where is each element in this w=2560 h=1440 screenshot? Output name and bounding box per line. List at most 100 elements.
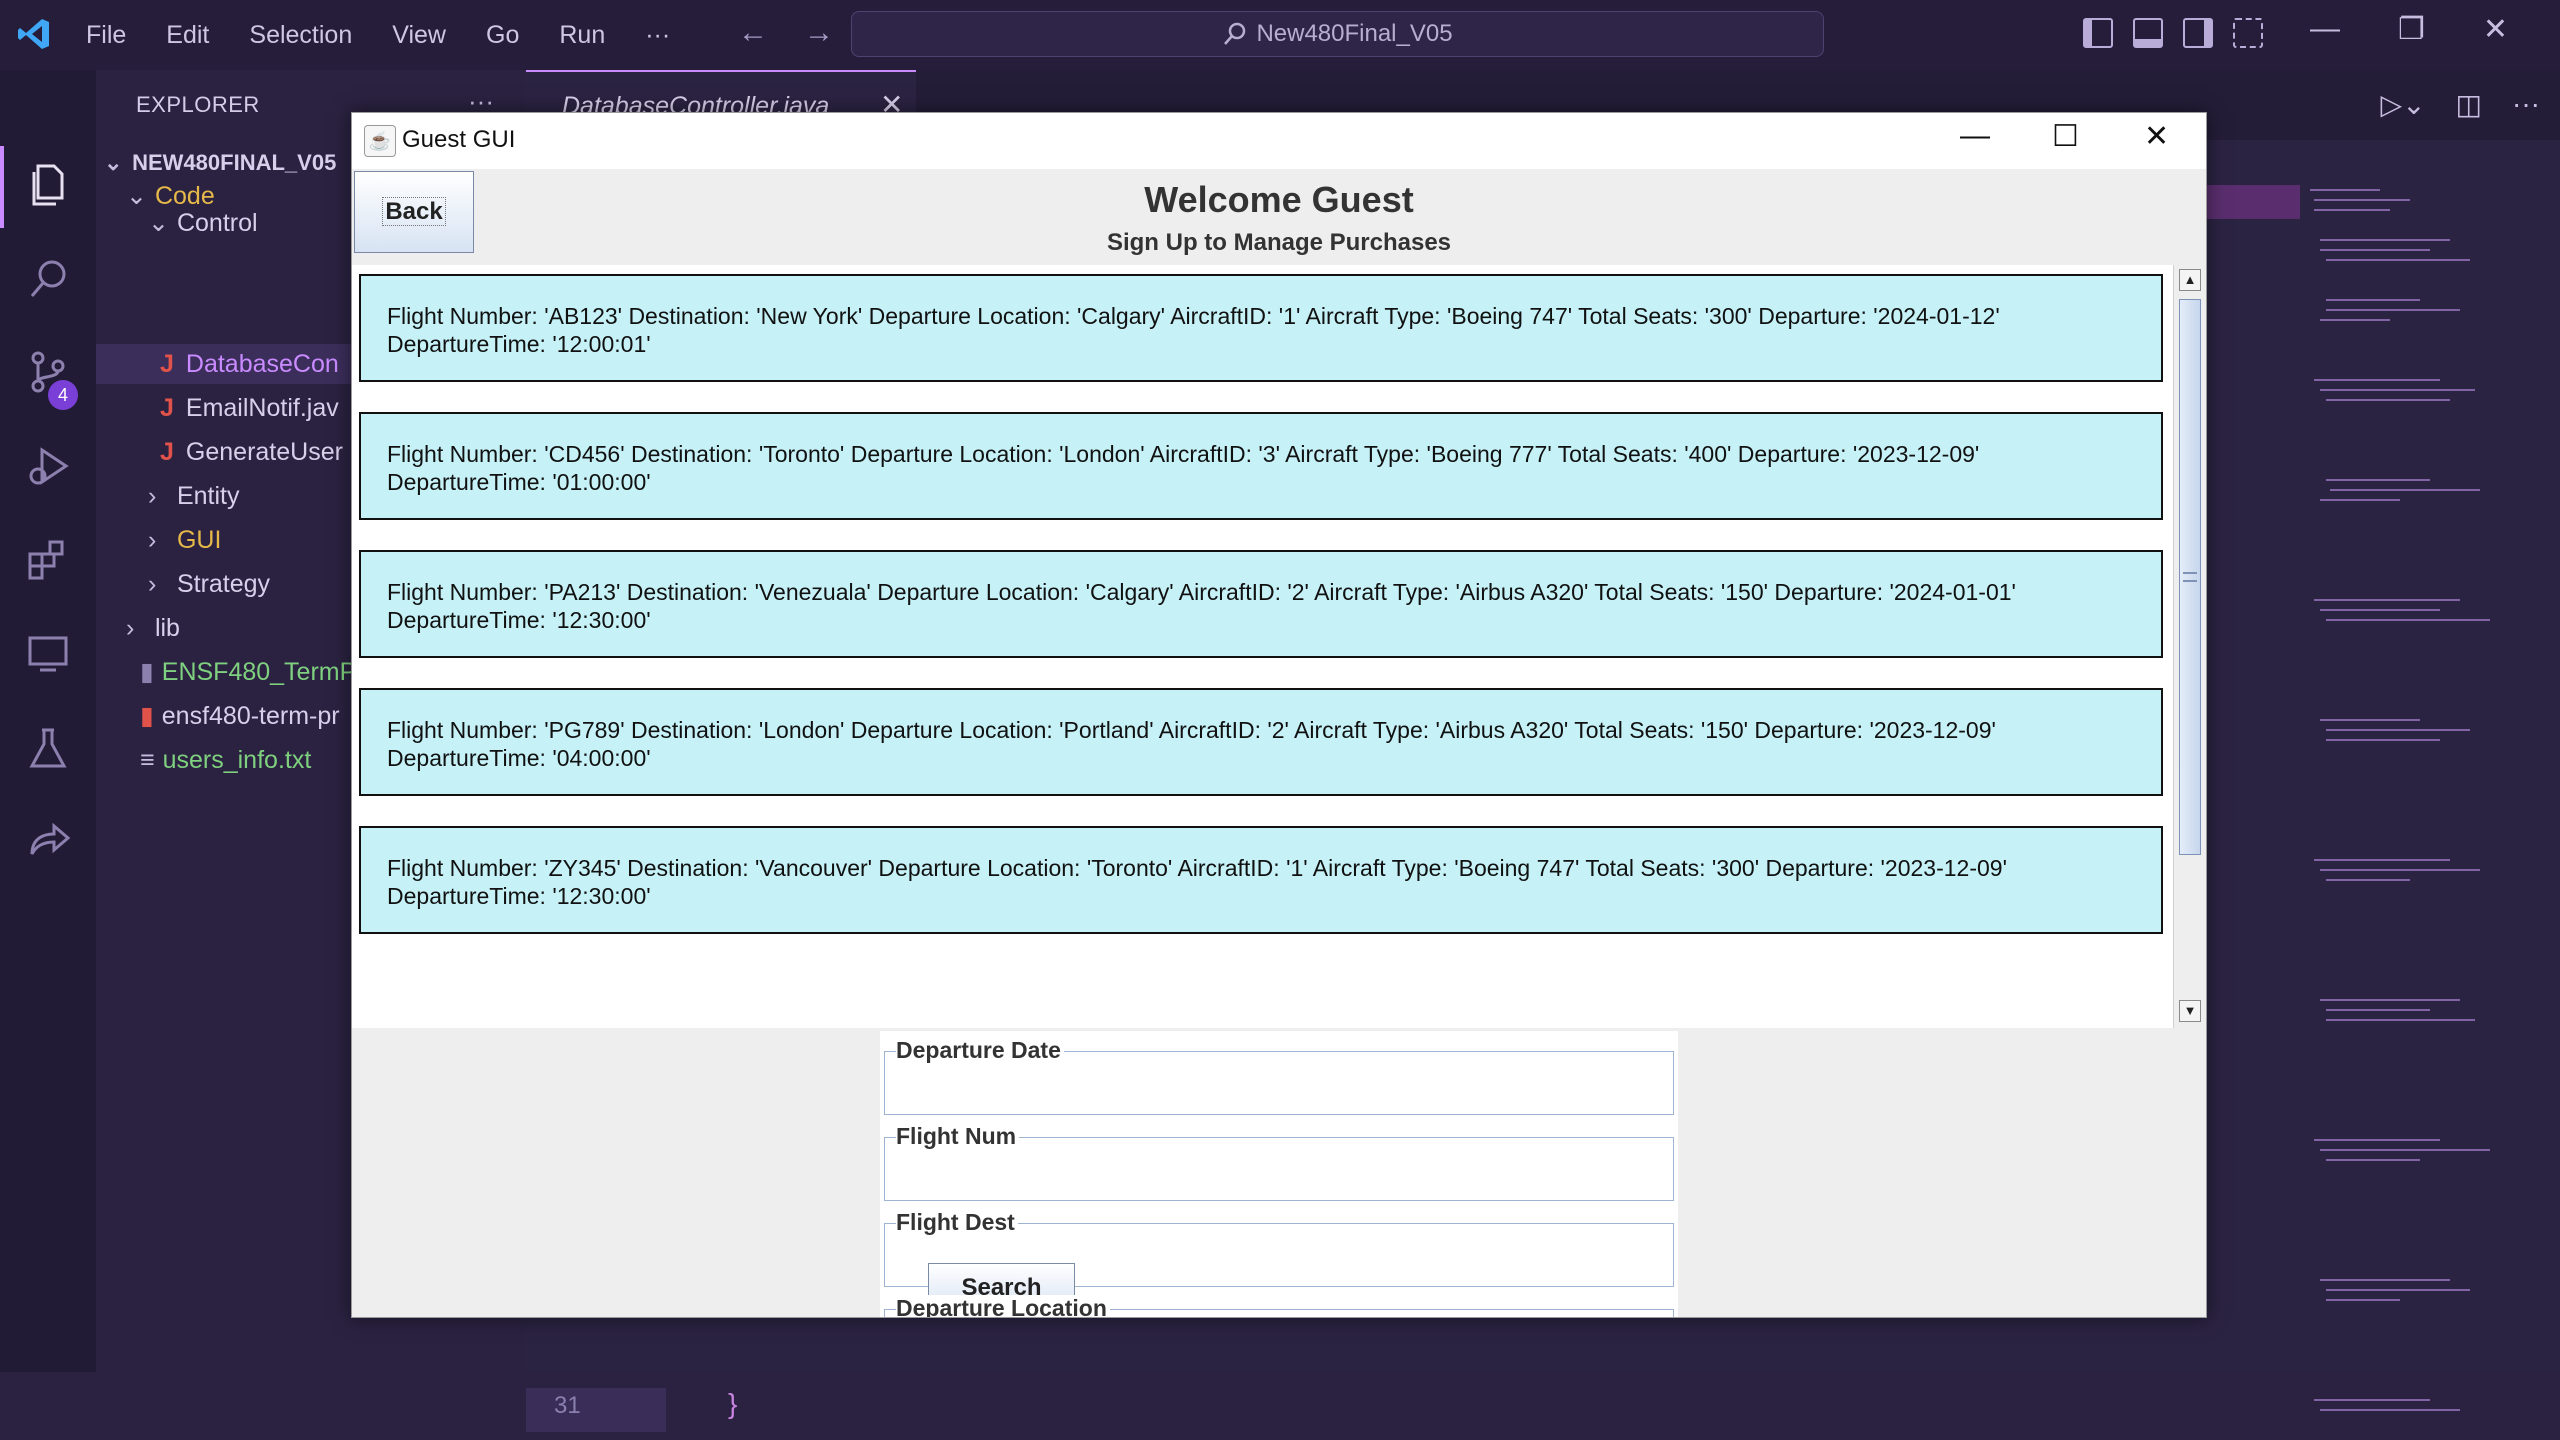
- file-icon: ▮: [140, 658, 154, 686]
- layout-controls: [2083, 18, 2263, 48]
- tree-item-label: GUI: [176, 526, 222, 554]
- flight-card[interactable]: Flight Number: 'AB123' Destination: 'New…: [359, 274, 2163, 382]
- menu-go[interactable]: Go: [486, 21, 519, 50]
- tree-item-label: users_info.txt: [162, 746, 312, 774]
- tree-item-label: DatabaseCon: [185, 350, 339, 378]
- welcome-title: Welcome Guest: [1144, 179, 1414, 220]
- flight-num-label: Flight Num: [896, 1123, 1020, 1150]
- search-icon: [1224, 22, 1246, 45]
- departure-date-input[interactable]: [892, 1077, 1666, 1111]
- close-icon[interactable]: ✕: [2483, 12, 2508, 47]
- guest-gui-window: ☕ Guest GUI — ☐ ✕ Back Welcome Guest Sig…: [351, 112, 2207, 1318]
- menu-edit[interactable]: Edit: [166, 21, 209, 50]
- tree-item-label: Control: [176, 209, 258, 237]
- more-actions-icon[interactable]: ···: [2512, 88, 2540, 121]
- testing-flask-icon[interactable]: [24, 724, 72, 772]
- project-name: NEW480FINAL_V05: [132, 150, 337, 175]
- activity-selection-indicator: [0, 146, 4, 228]
- scroll-up-arrow-icon[interactable]: ▲: [2179, 269, 2201, 291]
- flight-departure-time: DepartureTime: '12:30:00': [387, 607, 651, 633]
- live-share-icon[interactable]: [24, 818, 72, 866]
- welcome-subtitle: Sign Up to Manage Purchases: [1106, 229, 1452, 256]
- flight-dest-label: Flight Dest: [896, 1209, 1018, 1236]
- tree-item-label: ensf480-term-pr: [161, 702, 340, 730]
- menu-bar: File Edit Selection View Go Run ···: [86, 0, 710, 70]
- flight-departure-time: DepartureTime: '12:30:00': [387, 883, 651, 909]
- chevron-right-icon: ›: [148, 482, 157, 510]
- scrollbar-thumb[interactable]: [2179, 299, 2201, 855]
- menu-more[interactable]: ···: [645, 21, 670, 50]
- chevron-right-icon: ›: [148, 526, 157, 554]
- flight-departure-time: DepartureTime: '12:00:01': [387, 331, 651, 357]
- split-editor-icon[interactable]: ◫: [2456, 88, 2482, 121]
- editor-actions: ▷⌄ ◫ ···: [2381, 88, 2540, 121]
- toggle-panel-icon[interactable]: [2133, 18, 2163, 48]
- flight-details: Flight Number: 'PA213' Destination: 'Ven…: [387, 579, 2016, 605]
- close-icon[interactable]: ✕: [2144, 119, 2169, 154]
- menu-selection[interactable]: Selection: [249, 21, 352, 50]
- tree-item-label: GenerateUser: [185, 438, 343, 466]
- nav-arrows: ← →: [738, 16, 834, 50]
- welcome-header: Back Welcome Guest Sign Up to Manage Pur…: [352, 169, 2206, 267]
- flight-card[interactable]: Flight Number: 'ZY345' Destination: 'Van…: [359, 826, 2163, 934]
- remote-explorer-icon[interactable]: [24, 630, 72, 678]
- search-icon[interactable]: [24, 254, 72, 302]
- chevron-right-icon: ›: [148, 570, 157, 598]
- tree-item-label: EmailNotif.jav: [185, 394, 339, 422]
- flight-details: Flight Number: 'AB123' Destination: 'New…: [387, 303, 2000, 329]
- command-center-search[interactable]: New480Final_V05: [851, 11, 1824, 57]
- flight-list-scrollbar[interactable]: ▲ ▼: [2173, 265, 2206, 1028]
- text-file-icon: ≡: [140, 746, 155, 774]
- back-arrow-icon[interactable]: ←: [738, 16, 768, 50]
- restore-icon[interactable]: ❐: [2398, 12, 2425, 47]
- menu-view[interactable]: View: [392, 21, 446, 50]
- source-control-badge: 4: [48, 380, 78, 410]
- pdf-file-icon: ▮: [140, 702, 154, 730]
- tree-item-label: Strategy: [176, 570, 271, 598]
- departure-date-label: Departure Date: [896, 1037, 1064, 1064]
- flight-num-input[interactable]: [892, 1163, 1666, 1197]
- flight-details: Flight Number: 'ZY345' Destination: 'Van…: [387, 855, 2007, 881]
- minimize-icon[interactable]: —: [1960, 119, 1990, 153]
- toggle-secondary-sidebar-icon[interactable]: [2183, 18, 2213, 48]
- flight-departure-time: DepartureTime: '01:00:00': [387, 469, 651, 495]
- flight-departure-time: DepartureTime: '04:00:00': [387, 745, 651, 771]
- tree-item-label: Entity: [176, 482, 240, 510]
- activity-bar: 4: [0, 70, 96, 1372]
- explorer-title: EXPLORER: [136, 92, 260, 117]
- minimize-icon[interactable]: —: [2310, 12, 2340, 47]
- vscode-window-controls: — ❐ ✕: [2310, 12, 2508, 47]
- tree-item-label: ENSF480_TermPr: [161, 658, 365, 686]
- scrollbar-grip: [2183, 572, 2197, 582]
- flight-card[interactable]: Flight Number: 'PG789' Destination: 'Lon…: [359, 688, 2163, 796]
- toggle-primary-sidebar-icon[interactable]: [2083, 18, 2113, 48]
- maximize-icon[interactable]: ☐: [2052, 119, 2079, 154]
- command-center-text: New480Final_V05: [1256, 20, 1453, 47]
- run-debug-icon[interactable]: [24, 442, 72, 490]
- extensions-icon[interactable]: [24, 536, 72, 584]
- scroll-down-arrow-icon[interactable]: ▼: [2179, 1000, 2201, 1022]
- vscode-title-bar: File Edit Selection View Go Run ··· ← → …: [0, 0, 2560, 70]
- chevron-down-icon: ⌄: [148, 209, 169, 237]
- run-icon[interactable]: ▷⌄: [2381, 88, 2426, 121]
- java-file-icon: J: [160, 438, 174, 466]
- menu-run[interactable]: Run: [559, 21, 605, 50]
- java-file-icon: J: [160, 350, 174, 378]
- line-number: 31: [554, 1392, 581, 1419]
- window-title: Guest GUI: [402, 126, 516, 153]
- tree-item-label: lib: [154, 614, 180, 642]
- customize-layout-icon[interactable]: [2233, 18, 2263, 48]
- java-file-icon: J: [160, 394, 174, 422]
- flight-card[interactable]: Flight Number: 'CD456' Destination: 'Tor…: [359, 412, 2163, 520]
- vscode-logo-icon: [18, 19, 49, 49]
- current-line-highlight: [526, 1388, 666, 1432]
- explorer-files-icon[interactable]: [24, 160, 72, 208]
- flight-card[interactable]: Flight Number: 'PA213' Destination: 'Ven…: [359, 550, 2163, 658]
- code-brace: }: [728, 1388, 738, 1419]
- flight-list[interactable]: Flight Number: 'AB123' Destination: 'New…: [352, 265, 2173, 1028]
- minimap[interactable]: [2300, 180, 2500, 1440]
- forward-arrow-icon[interactable]: →: [804, 16, 834, 50]
- guest-gui-title-bar: ☕ Guest GUI — ☐ ✕: [352, 113, 2206, 169]
- menu-file[interactable]: File: [86, 21, 126, 50]
- departure-location-label: Departure Location: [896, 1295, 1110, 1317]
